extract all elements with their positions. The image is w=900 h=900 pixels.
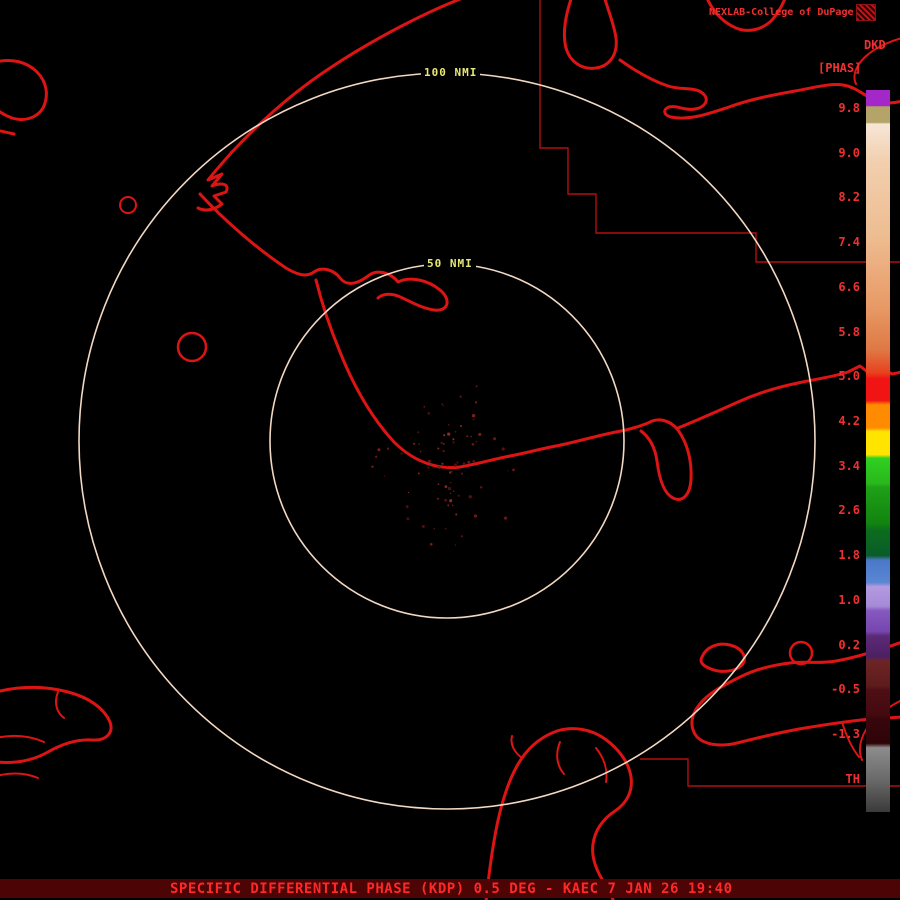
- radar-display: 100 NMI 50 NMI NEXLAB-College of DuPage …: [0, 0, 900, 900]
- colorbar-tick: 0.2: [838, 637, 860, 652]
- boundary-line: [640, 758, 900, 787]
- radar-echoes: [371, 385, 515, 546]
- nexlab-logo-icon: [856, 4, 876, 21]
- colorbar-tick: -0.5: [831, 682, 860, 697]
- lake-outline: [788, 640, 814, 666]
- coastline-path: [0, 58, 48, 136]
- coastline-path: [510, 735, 608, 783]
- coastline-path: [314, 278, 650, 470]
- colorbar-tick: 7.4: [838, 235, 860, 250]
- range-ring-label-50: 50 NMI: [424, 257, 476, 270]
- colorbar-tick: TH: [845, 771, 860, 786]
- coastline-path: [196, 0, 462, 212]
- range-ring-50nmi: [269, 263, 625, 619]
- attribution-text: NEXLAB-College of DuPage: [709, 7, 854, 18]
- coastline-path: [562, 0, 618, 70]
- colorbar-tick: 1.8: [838, 548, 860, 563]
- product-code-label: DKD: [864, 38, 886, 52]
- colorbar-tick: 5.8: [838, 324, 860, 339]
- colorbar-tick: 8.2: [838, 190, 860, 205]
- units-label: [PHAS]: [818, 61, 862, 75]
- colorbar-tick-labels: 9.8 9.0 8.2 7.4 6.6 5.8 5.0 4.2 3.4 2.6 …: [812, 102, 860, 786]
- colorbar-tick: -1.3: [831, 727, 860, 742]
- colorbar-tick: 9.8: [838, 101, 860, 115]
- product-title: SPECIFIC DIFFERENTIAL PHASE (KDP) 0.5 DE…: [170, 881, 733, 897]
- lake-outline: [176, 331, 208, 363]
- colorbar-tick: 3.4: [838, 458, 860, 473]
- lake-outline: [119, 196, 137, 214]
- map-coastlines: [0, 0, 900, 900]
- colorbar-tick: 5.0: [838, 369, 860, 384]
- colorbar-tick: 6.6: [838, 279, 860, 294]
- radar-map: [0, 0, 900, 900]
- colorbar: [866, 90, 890, 812]
- coastline-path: [484, 727, 633, 900]
- coastline-path: [0, 691, 65, 779]
- colorbar-tick: 1.0: [838, 592, 860, 607]
- coastline-path: [198, 192, 449, 312]
- colorbar-tick: 9.0: [838, 145, 860, 160]
- colorbar-tick: 2.6: [838, 503, 860, 518]
- colorbar-tick: 4.2: [838, 414, 860, 429]
- coastline-path: [639, 418, 693, 501]
- range-ring-label-100: 100 NMI: [421, 66, 481, 79]
